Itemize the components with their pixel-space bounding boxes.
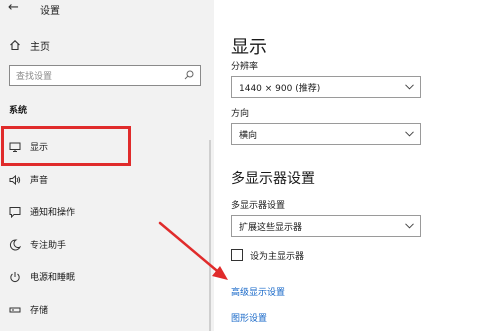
sidebar-item-label: 电源和睡眠 bbox=[30, 273, 76, 283]
storage-icon bbox=[9, 307, 21, 313]
main-content: 显示 分辨率 1440 × 900 (推荐) 方向 横向 多显示器设置 多显示器… bbox=[214, 0, 502, 331]
power-icon bbox=[10, 272, 20, 282]
multi-display-label: 多显示器设置 bbox=[231, 201, 286, 211]
resolution-label: 分辨率 bbox=[231, 62, 259, 72]
multi-display-value: 扩展这些显示器 bbox=[239, 223, 303, 233]
sidebar-item-sound[interactable]: 声音 bbox=[0, 168, 206, 192]
group-header: 系统 bbox=[9, 106, 28, 116]
sidebar-item-focus-assist[interactable]: 专注助手 bbox=[0, 233, 206, 257]
chevron-down-icon bbox=[405, 223, 414, 229]
sidebar-item-home[interactable]: 主页 bbox=[0, 34, 200, 56]
search-placeholder: 查找设置 bbox=[16, 72, 53, 82]
sidebar-item-storage[interactable]: 存储 bbox=[0, 298, 206, 322]
search-icon bbox=[184, 70, 194, 80]
sidebar-scrollbar[interactable] bbox=[209, 140, 211, 331]
window-title: 设置 bbox=[40, 6, 60, 17]
resolution-dropdown[interactable]: 1440 × 900 (推荐) bbox=[231, 76, 421, 98]
home-icon bbox=[10, 40, 20, 51]
page-title: 显示 bbox=[231, 37, 267, 58]
sidebar-item-notifications[interactable]: 通知和操作 bbox=[0, 200, 206, 224]
orientation-value: 横向 bbox=[239, 131, 258, 141]
resolution-value: 1440 × 900 (推荐) bbox=[239, 84, 321, 94]
home-label: 主页 bbox=[30, 42, 50, 53]
sidebar-item-label: 通知和操作 bbox=[30, 208, 76, 218]
sidebar-item-label: 声音 bbox=[30, 176, 49, 186]
advanced-display-settings-link[interactable]: 高级显示设置 bbox=[231, 285, 285, 298]
multi-display-section-title: 多显示器设置 bbox=[231, 171, 315, 187]
multi-display-dropdown[interactable]: 扩展这些显示器 bbox=[231, 215, 421, 237]
search-input[interactable]: 查找设置 bbox=[9, 65, 201, 86]
sidebar-item-power-sleep[interactable]: 电源和睡眠 bbox=[0, 265, 206, 289]
graphics-settings-link[interactable]: 图形设置 bbox=[231, 311, 267, 324]
primary-display-checkbox[interactable] bbox=[231, 249, 243, 261]
primary-display-checkbox-label: 设为主显示器 bbox=[250, 252, 305, 262]
orientation-dropdown[interactable]: 横向 bbox=[231, 123, 421, 145]
sidebar-item-label: 存储 bbox=[30, 306, 49, 316]
chevron-down-icon bbox=[405, 131, 414, 137]
highlight-box bbox=[1, 126, 131, 166]
back-arrow-icon[interactable]: ← bbox=[8, 1, 19, 15]
orientation-label: 方向 bbox=[231, 109, 250, 119]
chevron-down-icon bbox=[405, 84, 414, 90]
sidebar-item-label: 专注助手 bbox=[30, 241, 67, 251]
notification-icon bbox=[9, 207, 21, 218]
moon-icon bbox=[9, 239, 21, 251]
speaker-icon bbox=[9, 174, 21, 186]
